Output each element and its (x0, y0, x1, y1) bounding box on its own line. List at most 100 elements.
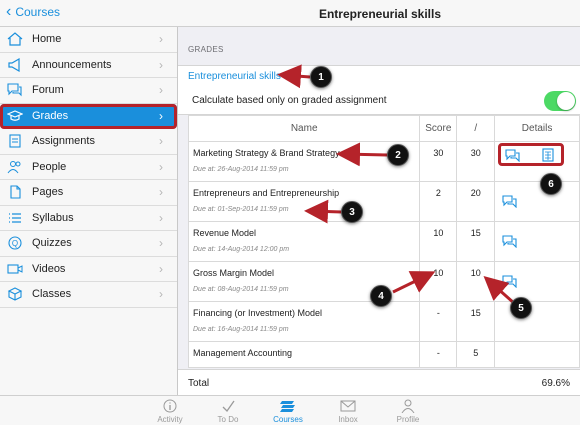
checkmark-icon (198, 398, 258, 414)
course-link[interactable]: Entrepreneurial skills (188, 71, 281, 82)
sidebar-item-label: Grades (32, 109, 69, 122)
bottom-tab-bar: Activity To Do Courses Inbox Profile (0, 395, 580, 425)
course-row: Entrepreneurial skills (178, 65, 580, 87)
svg-text:Q: Q (12, 239, 18, 248)
sidebar-item-label: Videos (32, 262, 66, 275)
rubric-icon[interactable] (542, 148, 554, 164)
tab-todo[interactable]: To Do (198, 398, 258, 424)
assignment-title: Financing (or Investment) Model (193, 308, 323, 318)
callout-2: 2 (387, 144, 409, 166)
callout-3: 3 (341, 201, 363, 223)
points-cell: 15 (456, 221, 496, 262)
calc-toggle[interactable] (544, 91, 576, 111)
chevron-right-icon: › (159, 210, 163, 225)
assignment-due: Due at: 01-Sep-2014 11:59 pm (193, 206, 289, 213)
chevron-right-icon: › (159, 134, 163, 149)
grades-table: Name Score / Details Marketing Strategy … (187, 115, 580, 368)
score-cell: 30 (419, 141, 458, 182)
back-button[interactable]: ‹ Courses (6, 4, 61, 20)
sidebar-item-people[interactable]: People › (0, 155, 177, 180)
details-cell (494, 181, 580, 222)
chevron-right-icon: › (159, 287, 163, 302)
toggle-knob (557, 92, 575, 110)
total-value: 69.6% (541, 378, 570, 389)
assignment-icon (6, 134, 24, 148)
callout-6: 6 (540, 173, 562, 195)
points-cell: 20 (456, 181, 496, 222)
total-label: Total (188, 378, 210, 389)
sidebar-item-forum[interactable]: Forum › (0, 78, 177, 104)
table-row[interactable]: Management Accounting - 5 (187, 341, 580, 368)
tab-label: Activity (157, 415, 183, 424)
details-cell (494, 341, 580, 368)
sidebar-item-announcements[interactable]: Announcements › (0, 53, 177, 78)
assignment-due: Due at: 16-Aug-2014 11:59 pm (193, 326, 289, 333)
comment-icon[interactable] (505, 149, 521, 164)
sidebar-item-label: People (32, 160, 67, 173)
assignment-name-cell: Entrepreneurs and Entrepreneurship Due a… (187, 181, 421, 222)
assignment-title: Entrepreneurs and Entrepreneurship (193, 188, 340, 198)
table-row[interactable]: Marketing Strategy & Brand Strategy Due … (187, 141, 580, 182)
sidebar-item-pages[interactable]: Pages › (0, 180, 177, 206)
sidebar-item-assignments[interactable]: Assignments › (0, 129, 177, 155)
tab-activity[interactable]: Activity (140, 398, 200, 424)
home-icon (6, 32, 24, 46)
top-nav-bar: ‹ Courses Entrepreneurial skills (0, 0, 580, 27)
back-label: Courses (15, 5, 61, 19)
callout-1: 1 (310, 66, 332, 88)
sidebar-item-label: Pages (32, 186, 64, 199)
sidebar-item-home[interactable]: Home › (0, 27, 177, 53)
megaphone-icon (6, 57, 24, 72)
score-cell: 2 (419, 181, 458, 222)
chevron-right-icon: › (159, 57, 163, 72)
quiz-icon: Q (6, 236, 24, 250)
table-header-row: Name Score / Details (187, 115, 580, 142)
main-panel: GRADES Entrepreneurial skills Calculate … (178, 27, 580, 395)
tab-profile[interactable]: Profile (378, 398, 438, 424)
grades-icon (6, 109, 24, 123)
details-cell (494, 221, 580, 262)
tab-courses[interactable]: Courses (258, 398, 318, 424)
assignment-title: Marketing Strategy & Brand Strategy (193, 148, 340, 158)
assignment-title: Revenue Model (193, 228, 257, 238)
inbox-icon (318, 398, 378, 414)
pages-icon (6, 185, 24, 199)
chevron-right-icon: › (159, 261, 163, 276)
assignment-title: Management Accounting (193, 348, 293, 358)
sidebar-item-videos[interactable]: Videos › (0, 257, 177, 282)
score-cell: 10 (419, 261, 458, 302)
comment-icon[interactable] (502, 275, 518, 290)
section-header: GRADES (188, 45, 224, 54)
points-cell: 10 (456, 261, 496, 302)
chevron-right-icon: › (159, 236, 163, 251)
table-row[interactable]: Entrepreneurs and Entrepreneurship Due a… (187, 181, 580, 222)
classes-icon (6, 287, 24, 301)
comment-icon[interactable] (502, 235, 518, 250)
total-row: Total 69.6% (178, 369, 580, 395)
tab-label: Courses (273, 415, 303, 424)
comment-icon[interactable] (502, 195, 518, 210)
header-details: Details (494, 115, 580, 142)
details-cell (494, 301, 580, 342)
points-cell: 15 (456, 301, 496, 342)
tab-label: Profile (396, 415, 420, 424)
sidebar: Home › Announcements › Forum › Grades › (0, 27, 178, 395)
tab-inbox[interactable]: Inbox (318, 398, 378, 424)
app-root: ‹ Courses Entrepreneurial skills Home › … (0, 0, 580, 425)
calc-setting-row: Calculate based only on graded assignmen… (178, 87, 580, 115)
sidebar-item-grades[interactable]: Grades › (0, 103, 177, 129)
sidebar-item-label: Assignments (32, 135, 95, 148)
video-icon (6, 262, 24, 276)
sidebar-item-syllabus[interactable]: Syllabus › (0, 206, 177, 231)
assignment-name-cell: Revenue Model Due at: 14-Aug-2014 12:00 … (187, 221, 421, 262)
assignment-name-cell: Management Accounting (187, 341, 421, 368)
chevron-right-icon: › (159, 32, 163, 47)
profile-icon (378, 398, 438, 414)
chevron-right-icon: › (159, 83, 163, 98)
sidebar-item-classes[interactable]: Classes › (0, 282, 177, 308)
table-row[interactable]: Revenue Model Due at: 14-Aug-2014 12:00 … (187, 221, 580, 262)
sidebar-item-quizzes[interactable]: Q Quizzes › (0, 231, 177, 257)
callout-4: 4 (370, 285, 392, 307)
tab-label: To Do (217, 415, 239, 424)
assignment-title: Gross Margin Model (193, 268, 275, 278)
